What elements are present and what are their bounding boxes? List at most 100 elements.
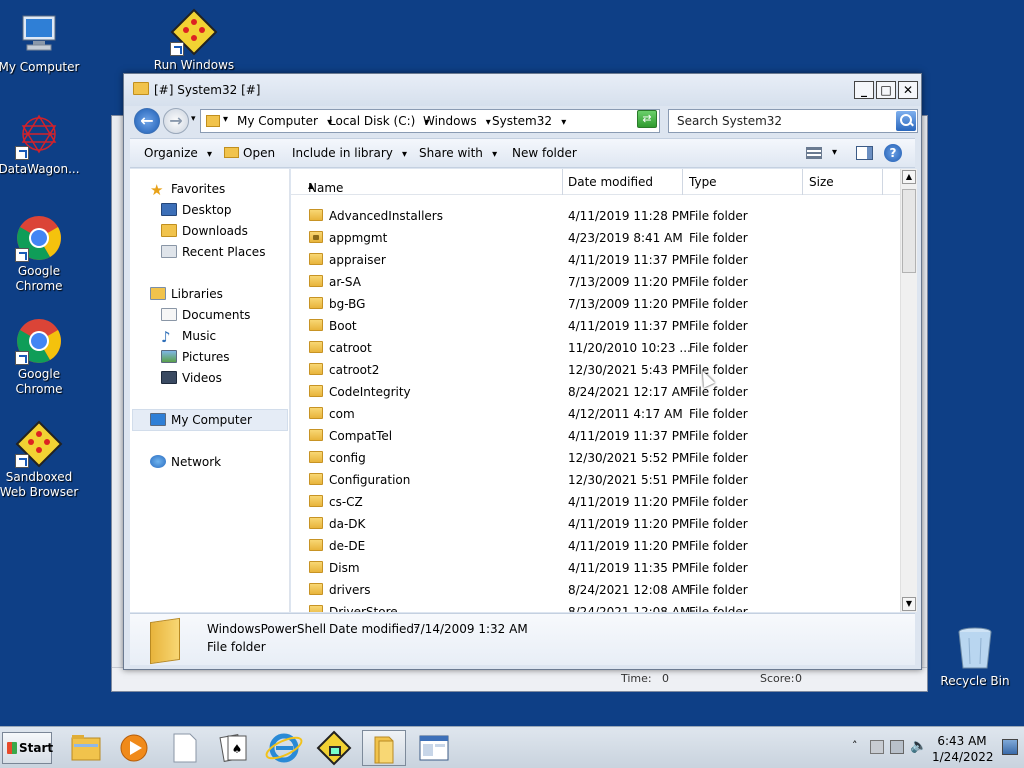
action-center-icon[interactable] [870, 740, 884, 754]
file-type: File folder [689, 319, 748, 333]
open-button[interactable]: Open [224, 146, 275, 160]
desktop-icon-sandboxed-web-browser[interactable]: Sandboxed Web Browser [0, 420, 84, 500]
breadcrumb-system32[interactable]: System32 [492, 114, 566, 128]
desktop-icon-recycle-bin[interactable]: Recycle Bin [930, 624, 1020, 689]
table-row[interactable]: config 12/30/2021 5:52 PM File folder [291, 447, 901, 469]
address-bar[interactable]: ▾ My Computer Local Disk (C:) Windows Sy… [200, 109, 660, 133]
column-header-date-modified[interactable]: Date modified [568, 175, 653, 189]
forward-button[interactable]: → [163, 108, 189, 134]
new-folder-button[interactable]: New folder [512, 146, 577, 160]
organize-button[interactable]: Organize [144, 146, 212, 160]
view-options-dropdown[interactable]: ▾ [832, 147, 837, 158]
nav-downloads[interactable]: Downloads [161, 221, 248, 241]
breadcrumb-my-computer[interactable]: My Computer [237, 114, 332, 128]
nav-recent-places[interactable]: Recent Places [161, 242, 265, 262]
nav-my-computer[interactable]: My Computer [150, 410, 252, 430]
vertical-scrollbar[interactable]: ▲ ▼ [900, 169, 917, 612]
title-bar[interactable]: [#] System32 [#] _ □ ✕ [124, 74, 921, 106]
nav-favorites[interactable]: ★ Favorites [150, 179, 225, 199]
file-list: Name ▲ Date modified Type Size AdvancedI… [291, 169, 917, 612]
file-name: AdvancedInstallers [329, 209, 443, 223]
desktop-icon-datawagon[interactable]: DataWagon... [0, 112, 84, 177]
table-row[interactable]: Boot 4/11/2019 11:37 PM File folder [291, 315, 901, 337]
taskbar-explorer-active[interactable] [362, 730, 406, 766]
column-header-size[interactable]: Size [809, 175, 834, 189]
taskbar-window-app[interactable] [412, 730, 456, 766]
nav-videos[interactable]: Videos [161, 368, 222, 388]
close-button[interactable]: ✕ [898, 81, 918, 99]
file-type: File folder [689, 495, 748, 509]
refresh-button[interactable]: ⇄ [637, 110, 657, 128]
table-row[interactable]: catroot2 12/30/2021 5:43 PM File folder [291, 359, 901, 381]
desktop-icon-run-windows[interactable]: Run Windows [149, 8, 239, 73]
column-separator[interactable] [802, 169, 803, 195]
column-separator[interactable] [882, 169, 883, 195]
table-row[interactable]: da-DK 4/11/2019 11:20 PM File folder [291, 513, 901, 535]
view-options-icon[interactable] [806, 147, 822, 159]
desktop-icon-google-chrome-1[interactable]: Google Chrome [0, 214, 84, 294]
breadcrumb-local-disk[interactable]: Local Disk (C:) [329, 114, 430, 128]
volume-icon[interactable]: 🔈 [910, 738, 927, 754]
libraries-icon [150, 287, 166, 300]
taskbar-media-player[interactable] [112, 730, 156, 766]
folder-icon [309, 495, 323, 507]
table-row[interactable]: ar-SA 7/13/2009 11:20 PM File folder [291, 271, 901, 293]
taskbar-sandbox[interactable] [312, 730, 356, 766]
desktop-icon-my-computer[interactable]: My Computer [0, 10, 84, 75]
nav-libraries[interactable]: Libraries [150, 284, 223, 304]
include-in-library-button[interactable]: Include in library [292, 146, 407, 160]
chevron-down-icon[interactable]: ▾ [223, 114, 228, 125]
folder-icon [309, 209, 323, 221]
column-separator[interactable] [682, 169, 683, 195]
search-icon[interactable] [896, 111, 916, 131]
table-row[interactable]: Configuration 12/30/2021 5:51 PM File fold… [291, 469, 901, 491]
nav-documents[interactable]: Documents [161, 305, 250, 325]
scroll-down-button[interactable]: ▼ [902, 597, 916, 611]
table-row[interactable]: de-DE 4/11/2019 11:20 PM File folder [291, 535, 901, 557]
scroll-thumb[interactable] [902, 189, 916, 273]
show-desktop-icon[interactable] [1002, 739, 1018, 755]
nav-music[interactable]: ♪ Music [161, 326, 216, 346]
table-row[interactable]: cs-CZ 4/11/2019 11:20 PM File folder [291, 491, 901, 513]
back-button[interactable]: ← [134, 108, 160, 134]
folder-icon [309, 473, 323, 485]
table-row[interactable]: DriverStore 8/24/2021 12:08 AM File folder [291, 601, 901, 612]
table-row[interactable]: com 4/12/2011 4:17 AM File folder [291, 403, 901, 425]
show-hidden-icons-icon[interactable]: ˄ [852, 739, 858, 752]
column-separator[interactable] [562, 169, 563, 195]
taskbar-internet-explorer[interactable] [262, 730, 306, 766]
table-row[interactable]: AdvancedInstallers 4/11/2019 11:28 PM File… [291, 205, 901, 227]
column-header-type[interactable]: Type [689, 175, 717, 189]
nav-label: Network [171, 455, 222, 469]
maximize-button[interactable]: □ [876, 81, 896, 99]
preview-pane-icon[interactable] [856, 146, 873, 160]
taskbar-document[interactable] [162, 730, 206, 766]
recent-pages-dropdown[interactable]: ▾ [191, 114, 196, 124]
scroll-up-button[interactable]: ▲ [902, 170, 916, 184]
breadcrumb-windows[interactable]: Windows [423, 114, 491, 128]
table-row[interactable]: bg-BG 7/13/2009 11:20 PM File folder [291, 293, 901, 315]
taskbar-solitaire[interactable]: ♠ [212, 730, 256, 766]
nav-desktop[interactable]: Desktop [161, 200, 232, 220]
taskbar-explorer[interactable] [64, 730, 108, 766]
file-date-modified: 7/13/2009 11:20 PM [568, 275, 690, 289]
table-row[interactable]: catroot 11/20/2010 10:23 ... File folder [291, 337, 901, 359]
file-name: Configuration [329, 473, 411, 487]
help-icon[interactable]: ? [884, 144, 902, 162]
table-row[interactable]: drivers 8/24/2021 12:08 AM File folder [291, 579, 901, 601]
nav-network[interactable]: Network [150, 452, 221, 472]
nav-pictures[interactable]: Pictures [161, 347, 230, 367]
search-input[interactable] [669, 110, 891, 132]
table-row[interactable]: CodeIntegrity 8/24/2021 12:17 AM File fold… [291, 381, 901, 403]
share-with-button[interactable]: Share with [419, 146, 497, 160]
minimize-button[interactable]: _ [854, 81, 874, 99]
table-row[interactable]: CompatTel 4/11/2019 11:37 PM File folder [291, 425, 901, 447]
document-icon [173, 733, 197, 763]
table-row[interactable]: Dism 4/11/2019 11:35 PM File folder [291, 557, 901, 579]
desktop-icon-google-chrome-2[interactable]: Google Chrome [0, 317, 84, 397]
clock[interactable]: 6:43 AM 1/24/2022 [932, 733, 994, 765]
table-row[interactable]: appmgmt 4/23/2019 8:41 AM File folder [291, 227, 901, 249]
network-status-icon[interactable] [890, 740, 904, 754]
start-button[interactable]: Start [2, 732, 53, 764]
table-row[interactable]: appraiser 4/11/2019 11:37 PM File folder [291, 249, 901, 271]
